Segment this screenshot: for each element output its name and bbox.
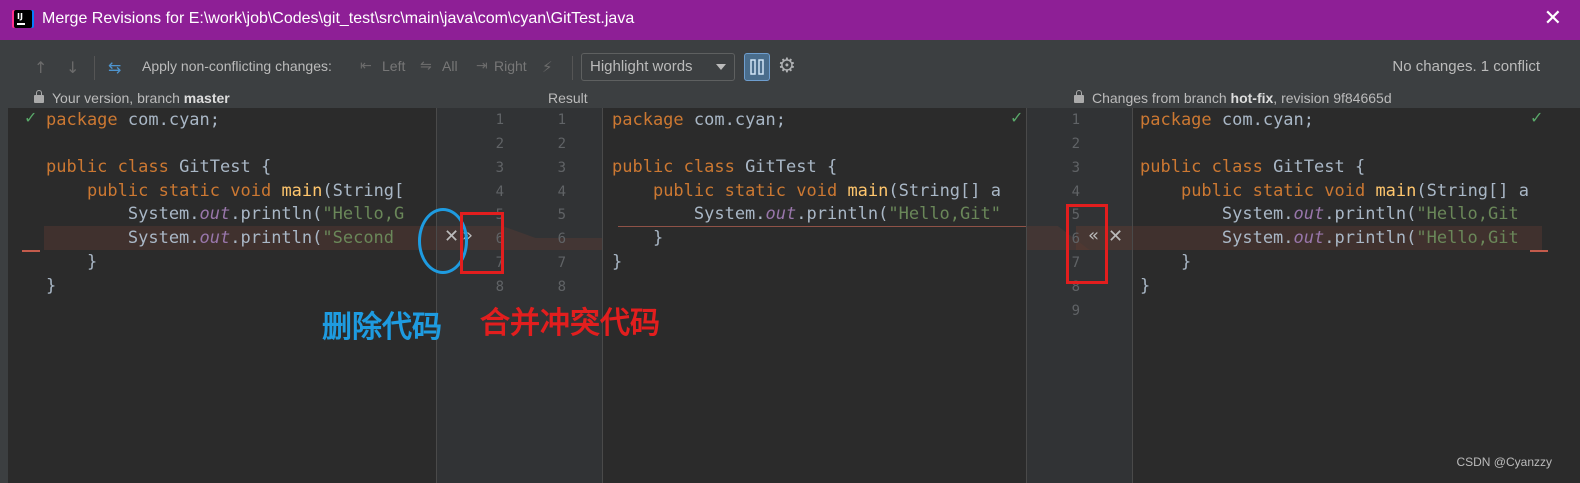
code-line: public static void main(String[] a bbox=[1180, 181, 1529, 201]
lock-icon bbox=[34, 90, 44, 103]
apply-right-button[interactable]: Right bbox=[494, 58, 527, 74]
line-number: 7 bbox=[557, 255, 566, 271]
magic-resolve-icon[interactable]: ⇆ bbox=[108, 58, 121, 77]
toolbar-separator bbox=[94, 56, 95, 80]
apply-left-icon[interactable]: ⇤ bbox=[360, 58, 372, 74]
apply-non-conflicting-label: Apply non-conflicting changes: bbox=[142, 58, 332, 74]
merge-annotation-box bbox=[460, 212, 504, 274]
code-line: package com.cyan; bbox=[46, 110, 221, 130]
right-pane-header: Changes from branch hot-fix, revision 9f… bbox=[1074, 90, 1392, 106]
title-bar: IJ Merge Revisions for E:\work\job\Codes… bbox=[0, 0, 1580, 40]
pane-divider[interactable] bbox=[1026, 108, 1027, 483]
code-line: public static void main(String[ bbox=[86, 181, 405, 201]
center-right-gutter: 1 2 3 4 5 6 7 8 9 « ✕ bbox=[1026, 108, 1132, 483]
right-editor-pane[interactable]: ✓ package com.cyan; public class GitTest… bbox=[1132, 108, 1580, 483]
code-line: } bbox=[46, 252, 98, 272]
pane-divider bbox=[1132, 108, 1133, 483]
conflict-marker bbox=[1530, 250, 1548, 252]
line-number: 2 bbox=[1071, 136, 1080, 152]
sync-scroll-toggle-icon[interactable] bbox=[744, 53, 770, 81]
code-line: } bbox=[1140, 252, 1192, 272]
arrow-up-icon[interactable]: ↑ bbox=[34, 58, 47, 77]
line-number: 6 bbox=[557, 231, 566, 247]
code-line: } bbox=[612, 252, 623, 272]
highlight-mode-value: Highlight words bbox=[590, 58, 693, 75]
conflict-marker bbox=[22, 250, 40, 252]
check-icon: ✓ bbox=[1530, 108, 1544, 127]
code-line: System.out.println("Hello,G bbox=[46, 204, 405, 224]
check-icon: ✓ bbox=[1010, 108, 1024, 127]
left-pane-header: Your version, branch master bbox=[34, 90, 230, 106]
line-number: 3 bbox=[557, 160, 566, 176]
close-icon[interactable]: ✕ bbox=[1544, 8, 1562, 30]
window-title: Merge Revisions for E:\work\job\Codes\gi… bbox=[42, 10, 635, 27]
code-line: System.out.println("Hello,Git bbox=[1140, 204, 1519, 224]
delete-code-annotation: 删除代码 bbox=[322, 310, 442, 345]
apply-all-icon[interactable]: ⇋ bbox=[420, 58, 432, 74]
code-line: public static void main(String[] a bbox=[652, 181, 1001, 201]
arrow-down-icon[interactable]: ↓ bbox=[66, 58, 79, 77]
code-line: public class GitTest { bbox=[46, 157, 272, 177]
line-number: 8 bbox=[557, 279, 566, 295]
line-number: 9 bbox=[1071, 303, 1080, 319]
merge-annotation-box bbox=[1066, 204, 1108, 284]
line-number: 4 bbox=[495, 184, 504, 200]
line-number: 4 bbox=[1071, 184, 1080, 200]
apply-all-button[interactable]: All bbox=[442, 58, 458, 74]
line-number: 1 bbox=[557, 112, 566, 128]
merge-status: No changes. 1 conflict bbox=[1392, 58, 1540, 75]
magic-wand-icon[interactable]: ⚡ bbox=[542, 58, 553, 76]
toolbar-separator bbox=[572, 56, 573, 80]
code-line: System.out.println("Hello,Git bbox=[1140, 228, 1519, 248]
check-icon: ✓ bbox=[24, 108, 38, 127]
code-line: } bbox=[612, 228, 664, 248]
ignore-right-icon[interactable]: ✕ bbox=[1108, 226, 1123, 247]
chevron-down-icon bbox=[716, 64, 726, 70]
intellij-app-icon: IJ bbox=[14, 10, 32, 28]
pane-divider[interactable] bbox=[436, 108, 437, 483]
merge-conflict-annotation: 合并冲突代码 bbox=[480, 306, 660, 341]
pane-divider bbox=[602, 108, 603, 483]
line-number: 5 bbox=[557, 207, 566, 223]
code-line: System.out.println("Hello,Git" bbox=[612, 204, 1001, 224]
code-line: package com.cyan; bbox=[1140, 110, 1315, 130]
code-line: public class GitTest { bbox=[1140, 157, 1366, 177]
left-center-gutter: 1 2 3 4 5 6 7 8 1 2 3 4 5 6 7 8 ✕ » bbox=[436, 108, 602, 483]
apply-left-button[interactable]: Left bbox=[382, 58, 405, 74]
code-line: public class GitTest { bbox=[612, 157, 838, 177]
code-line: } bbox=[46, 276, 57, 296]
line-number: 2 bbox=[495, 136, 504, 152]
line-number: 3 bbox=[495, 160, 504, 176]
center-pane-header: Result bbox=[548, 90, 588, 106]
result-editor-pane[interactable]: ✓ package com.cyan; public class GitTest… bbox=[602, 108, 1026, 483]
line-number: 1 bbox=[1071, 112, 1080, 128]
line-number: 3 bbox=[1071, 160, 1080, 176]
line-number: 8 bbox=[495, 279, 504, 295]
highlight-mode-select[interactable]: Highlight words bbox=[581, 53, 735, 81]
left-editor-pane[interactable]: ✓ package com.cyan; public class GitTest… bbox=[8, 108, 436, 483]
code-line: System.out.println("Second bbox=[46, 228, 395, 248]
background-window-strip bbox=[0, 40, 8, 483]
line-number: 1 bbox=[495, 112, 504, 128]
conflict-insertion-line bbox=[618, 226, 1026, 227]
code-line: } bbox=[1140, 276, 1151, 296]
apply-right-icon[interactable]: ⇥ bbox=[476, 58, 488, 74]
toolbar: ↑ ↓ ⇆ Apply non-conflicting changes: ⇤ L… bbox=[8, 40, 1580, 88]
code-line: package com.cyan; bbox=[612, 110, 787, 130]
line-number: 4 bbox=[557, 184, 566, 200]
gear-icon[interactable]: ⚙ bbox=[778, 53, 796, 77]
line-number: 2 bbox=[557, 136, 566, 152]
pane-headers: Your version, branch master Result Chang… bbox=[8, 88, 1580, 108]
watermark: CSDN @Cyanzzy bbox=[1456, 455, 1552, 469]
lock-icon bbox=[1074, 90, 1084, 103]
